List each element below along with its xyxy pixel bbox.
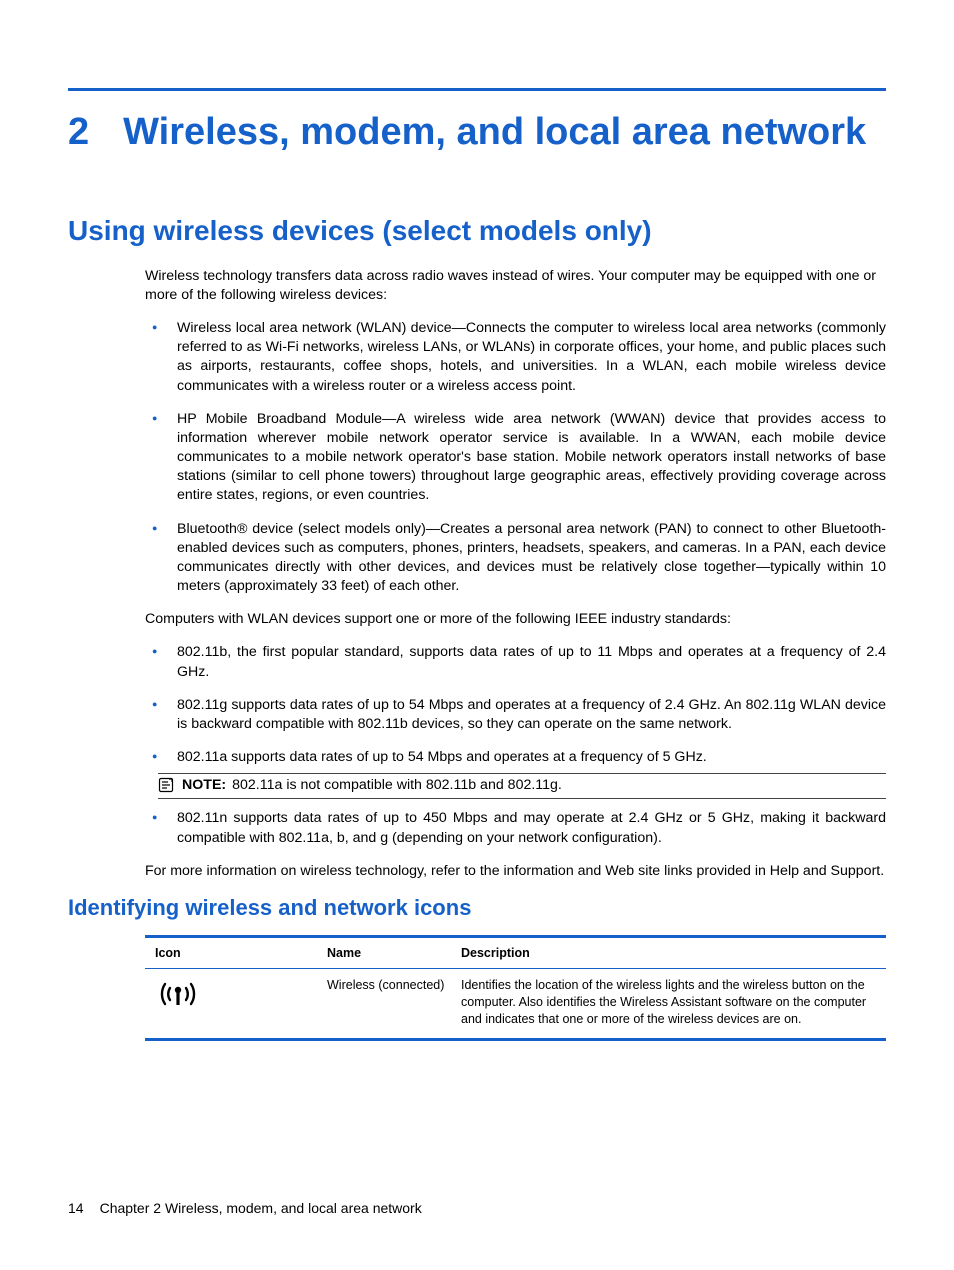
td-desc: Identifies the location of the wireless …	[461, 977, 886, 1028]
list-item: HP Mobile Broadband Module—A wireless wi…	[145, 410, 886, 506]
td-name: Wireless (connected)	[327, 977, 461, 1028]
th-name: Name	[327, 946, 461, 960]
section-title: Using wireless devices (select models on…	[68, 215, 886, 247]
subsection-title: Identifying wireless and network icons	[68, 895, 886, 921]
list-item: 802.11n supports data rates of up to 450…	[145, 809, 886, 847]
chapter-title: Wireless, modem, and local area network	[123, 111, 866, 155]
chapter-header: 2 Wireless, modem, and local area networ…	[68, 111, 886, 155]
icon-table: Icon Name Description Wireless (connecte…	[145, 935, 886, 1041]
chapter-number: 2	[68, 111, 89, 155]
wireless-connected-icon	[155, 977, 201, 1011]
td-icon	[155, 977, 327, 1028]
note-label: NOTE:	[182, 777, 226, 793]
note-icon	[158, 777, 174, 793]
list-item: 802.11b, the first popular standard, sup…	[145, 643, 886, 681]
list-item: 802.11a supports data rates of up to 54 …	[145, 748, 886, 767]
section-body: Wireless technology transfers data acros…	[68, 267, 886, 881]
note-callout: NOTE: 802.11a is not compatible with 802.…	[158, 773, 886, 799]
list-item: Bluetooth® device (select models only)—C…	[145, 520, 886, 597]
top-rule	[68, 88, 886, 91]
intro-paragraph: Wireless technology transfers data acros…	[145, 267, 886, 305]
note-text: 802.11a is not compatible with 802.11b a…	[232, 777, 562, 793]
table-row: Wireless (connected) Identifies the loca…	[145, 969, 886, 1038]
standards-list: 802.11b, the first popular standard, sup…	[145, 643, 886, 767]
outro-paragraph: For more information on wireless technol…	[145, 862, 886, 881]
standards-list-cont: 802.11n supports data rates of up to 450…	[145, 809, 886, 847]
th-desc: Description	[461, 946, 886, 960]
device-list: Wireless local area network (WLAN) devic…	[145, 319, 886, 596]
standards-intro: Computers with WLAN devices support one …	[145, 610, 886, 629]
note-text-line: NOTE: 802.11a is not compatible with 802.…	[182, 776, 562, 795]
page-number: 14	[68, 1200, 84, 1216]
list-item: Wireless local area network (WLAN) devic…	[145, 319, 886, 396]
page-footer: 14 Chapter 2 Wireless, modem, and local a…	[68, 1200, 422, 1216]
th-icon: Icon	[155, 946, 327, 960]
table-header-row: Icon Name Description	[145, 938, 886, 969]
footer-text: Chapter 2 Wireless, modem, and local are…	[100, 1200, 422, 1216]
list-item: 802.11g supports data rates of up to 54 …	[145, 696, 886, 734]
